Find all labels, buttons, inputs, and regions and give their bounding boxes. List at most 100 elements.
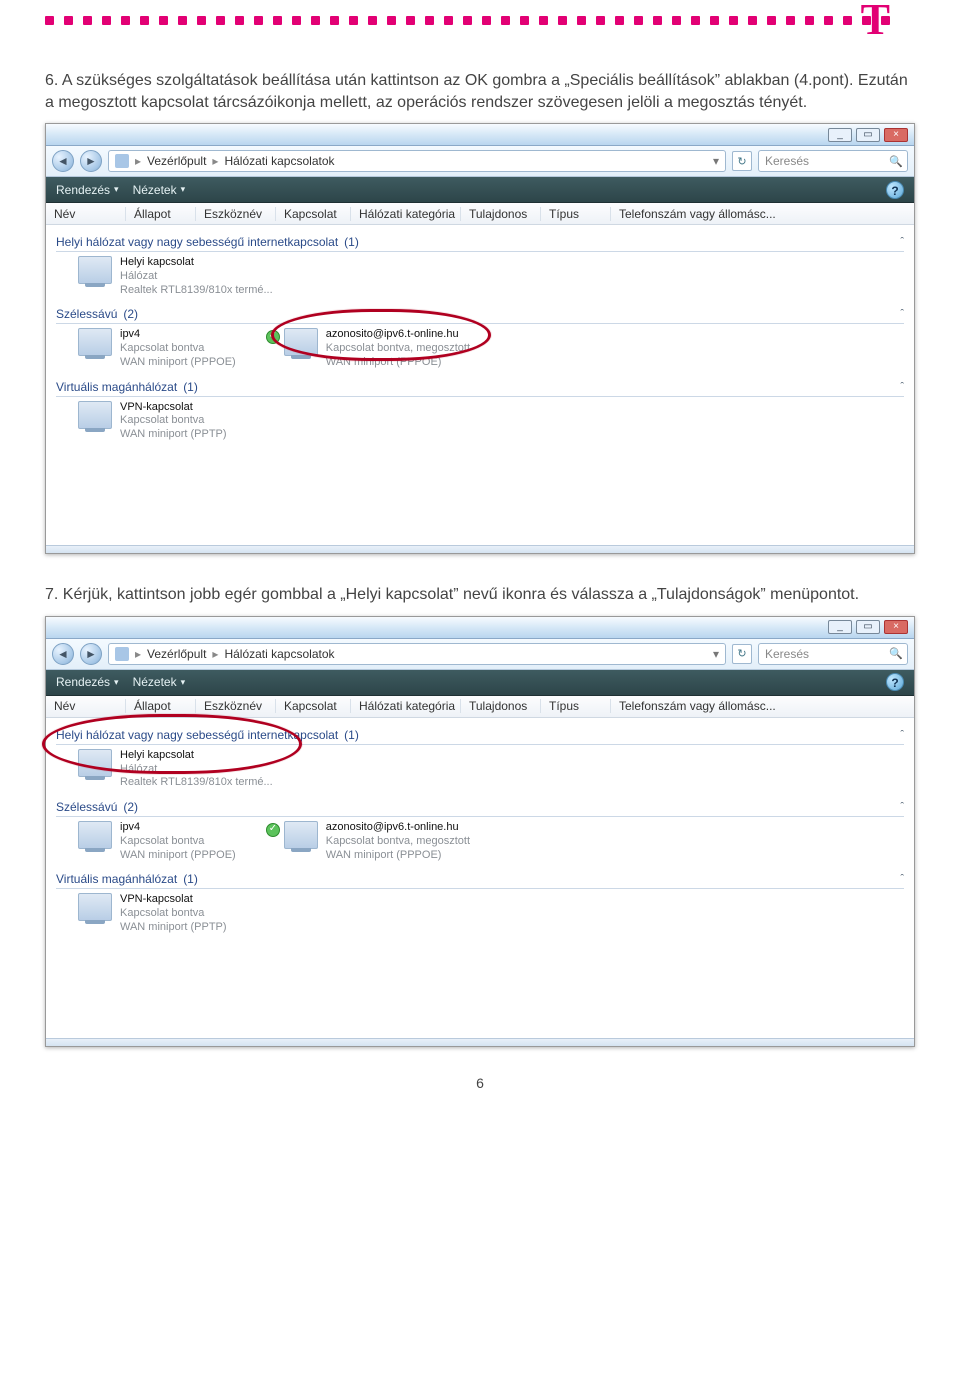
chevron-down-icon: ▾ [114,677,119,688]
connection-sub1: Kapcsolat bontva, megosztott [326,342,470,356]
group-broadband[interactable]: Szélessávú (2) ˆ [56,301,904,324]
organize-button[interactable]: Rendezés ▾ [56,183,119,197]
col-name[interactable]: Név [46,207,126,221]
connection-item-vpn[interactable]: VPN-kapcsolat Kapcsolat bontva WAN minip… [78,401,904,442]
collapse-icon[interactable]: ˆ [900,729,904,741]
views-label: Nézetek [133,675,177,689]
connection-sub1: Kapcsolat bontva [120,907,227,921]
col-type[interactable]: Típus [541,699,611,713]
group-label: Virtuális magánhálózat [56,380,177,394]
nav-back-button[interactable]: ◄ [52,150,74,172]
network-icon [78,893,112,921]
col-owner[interactable]: Tulajdonos [461,207,541,221]
views-label: Nézetek [133,183,177,197]
connection-text: Helyi kapcsolat Hálózat Realtek RTL8139/… [120,256,273,297]
connection-title: VPN-kapcsolat [120,893,227,907]
group-count: (1) [183,872,198,886]
col-phone[interactable]: Telefonszám vagy állomásc... [611,699,914,713]
connection-sub2: WAN miniport (PPTP) [120,428,227,442]
collapse-icon[interactable]: ˆ [900,873,904,885]
collapse-icon[interactable]: ˆ [900,236,904,248]
address-dropdown-icon[interactable]: ▾ [713,154,719,168]
command-toolbar: Rendezés ▾ Nézetek ▾ ? [46,177,914,203]
connection-item-ipv6[interactable]: azonosito@ipv6.t-online.hu Kapcsolat bon… [266,328,470,369]
group-lan[interactable]: Helyi hálózat vagy nagy sebességű intern… [56,722,904,745]
collapse-icon[interactable]: ˆ [900,308,904,320]
col-conn[interactable]: Kapcsolat [276,699,351,713]
window-titlebar: _ ▭ × [46,124,914,146]
group-vpn[interactable]: Virtuális magánhálózat (1) ˆ [56,374,904,397]
col-type[interactable]: Típus [541,207,611,221]
nav-row: ◄ ► ▸ Vezérlőpult ▸ Hálózati kapcsolatok… [46,639,914,670]
maximize-button[interactable]: ▭ [856,128,880,142]
collapse-icon[interactable]: ˆ [900,381,904,393]
connection-item-helyi[interactable]: Helyi kapcsolat Hálózat Realtek RTL8139/… [78,749,904,790]
help-button[interactable]: ? [886,673,904,691]
col-phone[interactable]: Telefonszám vagy állomásc... [611,207,914,221]
col-name[interactable]: Név [46,699,126,713]
minimize-button[interactable]: _ [828,620,852,634]
connection-item-ipv6[interactable]: azonosito@ipv6.t-online.hu Kapcsolat bon… [266,821,470,862]
connection-sub1: Kapcsolat bontva [120,342,236,356]
address-bar[interactable]: ▸ Vezérlőpult ▸ Hálózati kapcsolatok ▾ [108,643,726,665]
search-input[interactable]: Keresés [758,150,908,172]
group-vpn[interactable]: Virtuális magánhálózat (1) ˆ [56,866,904,889]
col-state[interactable]: Állapot [126,207,196,221]
breadcrumb-leaf[interactable]: Hálózati kapcsolatok [224,647,334,661]
refresh-button[interactable]: ↻ [732,151,752,171]
organize-label: Rendezés [56,183,110,197]
col-device[interactable]: Eszköznév [196,699,276,713]
connection-title: ipv4 [120,328,236,342]
search-placeholder: Keresés [765,154,809,168]
connection-text: Helyi kapcsolat Hálózat Realtek RTL8139/… [120,749,273,790]
connection-item-helyi[interactable]: Helyi kapcsolat Hálózat Realtek RTL8139/… [78,256,904,297]
connection-text: azonosito@ipv6.t-online.hu Kapcsolat bon… [326,328,470,369]
connection-item-vpn[interactable]: VPN-kapcsolat Kapcsolat bontva WAN minip… [78,893,904,934]
views-button[interactable]: Nézetek ▾ [133,675,186,689]
col-state[interactable]: Állapot [126,699,196,713]
connection-title: VPN-kapcsolat [120,401,227,415]
address-bar[interactable]: ▸ Vezérlőpult ▸ Hálózati kapcsolatok ▾ [108,150,726,172]
screenshot-2: _ ▭ × ◄ ► ▸ Vezérlőpult ▸ Hálózati kapcs… [45,616,915,1047]
connection-item-ipv4[interactable]: ipv4 Kapcsolat bontva WAN miniport (PPPO… [78,821,236,862]
connection-item-ipv4[interactable]: ipv4 Kapcsolat bontva WAN miniport (PPPO… [78,328,236,369]
list-content: Helyi hálózat vagy nagy sebességű intern… [46,718,914,1038]
organize-label: Rendezés [56,675,110,689]
col-conn[interactable]: Kapcsolat [276,207,351,221]
chevron-down-icon: ▾ [181,184,186,195]
nav-back-button[interactable]: ◄ [52,643,74,665]
address-dropdown-icon[interactable]: ▾ [713,647,719,661]
connection-text: VPN-kapcsolat Kapcsolat bontva WAN minip… [120,401,227,442]
check-icon [266,823,280,837]
nav-forward-button[interactable]: ► [80,150,102,172]
close-button[interactable]: × [884,128,908,142]
col-owner[interactable]: Tulajdonos [461,699,541,713]
network-icon [284,328,318,356]
list-content: Helyi hálózat vagy nagy sebességű intern… [46,225,914,545]
col-device[interactable]: Eszköznév [196,207,276,221]
connection-sub1: Kapcsolat bontva, megosztott [326,835,470,849]
network-icon [78,328,112,356]
network-icon [284,821,318,849]
organize-button[interactable]: Rendezés ▾ [56,675,119,689]
breadcrumb-root[interactable]: Vezérlőpult [147,154,206,168]
help-button[interactable]: ? [886,181,904,199]
refresh-button[interactable]: ↻ [732,644,752,664]
minimize-button[interactable]: _ [828,128,852,142]
breadcrumb-root[interactable]: Vezérlőpult [147,647,206,661]
views-button[interactable]: Nézetek ▾ [133,183,186,197]
network-icon [78,821,112,849]
collapse-icon[interactable]: ˆ [900,801,904,813]
search-input[interactable]: Keresés [758,643,908,665]
group-count: (2) [123,307,138,321]
group-label: Helyi hálózat vagy nagy sebességű intern… [56,728,338,742]
group-broadband[interactable]: Szélessávú (2) ˆ [56,794,904,817]
close-button[interactable]: × [884,620,908,634]
nav-forward-button[interactable]: ► [80,643,102,665]
col-netcat[interactable]: Hálózati kategória [351,207,461,221]
command-toolbar: Rendezés ▾ Nézetek ▾ ? [46,670,914,696]
breadcrumb-leaf[interactable]: Hálózati kapcsolatok [224,154,334,168]
group-lan[interactable]: Helyi hálózat vagy nagy sebességű intern… [56,229,904,252]
maximize-button[interactable]: ▭ [856,620,880,634]
col-netcat[interactable]: Hálózati kategória [351,699,461,713]
